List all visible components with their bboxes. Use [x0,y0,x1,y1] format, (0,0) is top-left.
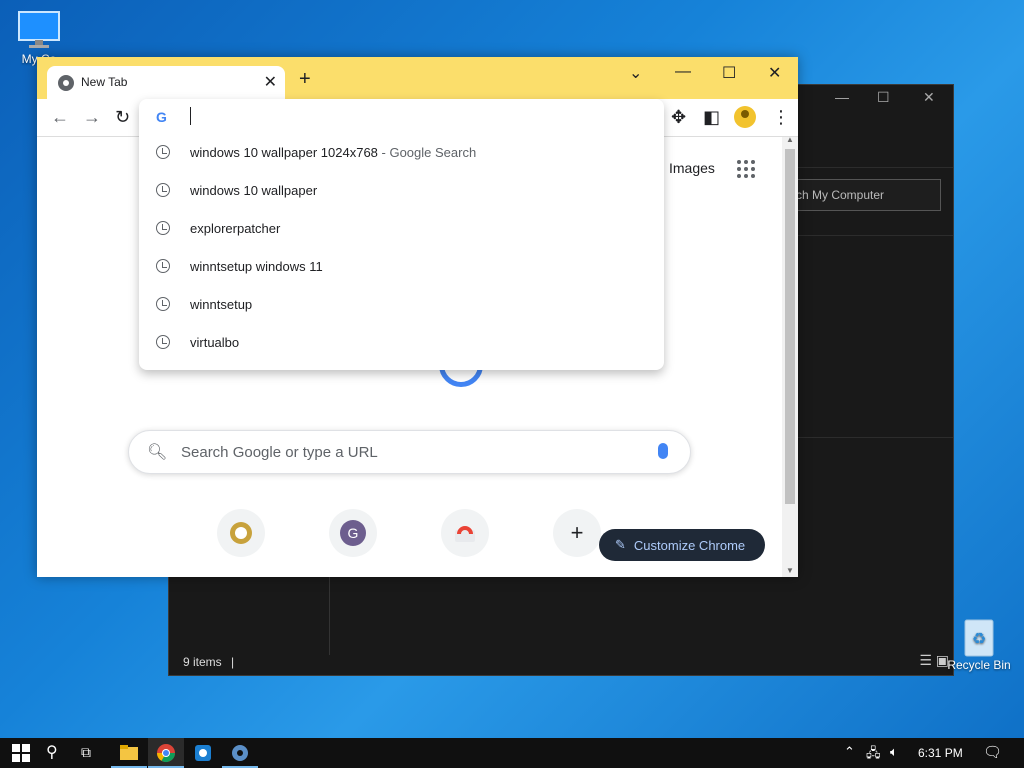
forward-icon[interactable]: → [83,107,101,128]
history-clock-icon [156,145,170,159]
settings-gear-icon[interactable] [230,743,250,763]
apps-grid-icon[interactable] [737,160,755,178]
scroll-up-icon[interactable]: ▲ [786,135,794,144]
history-clock-icon [156,183,170,197]
network-icon[interactable]: 🖧︎ [866,744,881,766]
omnibox-dropdown: G windows 10 wallpaper 1024x768 - Google… [139,99,664,370]
suggestion-text: explorerpatcher [190,221,281,236]
google-g-icon: G [156,109,167,125]
taskbar: ⚲ ⧉ ⌃ 🖧︎ 🔈︎ 6:31 PM 🗨︎ [0,738,1024,768]
profile-avatar[interactable] [734,106,756,128]
suggestion-item[interactable]: windows 10 wallpaper 1024x768 - Google S… [139,135,664,173]
customize-label: Customize Chrome [633,537,746,553]
monitor-icon [18,11,60,48]
history-clock-icon [156,221,170,235]
taskbar-clock[interactable]: 6:31 PM [918,746,963,760]
svg-text:♻: ♻ [972,629,986,648]
recycle-bin-label: Recycle Bin [947,658,1011,672]
details-view-icon[interactable]: ☰ [919,652,932,668]
recycle-bin-desktop-icon[interactable]: ♻ Recycle Bin [944,614,1014,672]
suggestion-text: windows 10 wallpaper [190,183,318,198]
close-icon[interactable]: ✕ [923,89,935,106]
svg-text:G: G [348,525,359,541]
customize-chrome-button[interactable]: ✎ Customize Chrome [599,529,765,561]
notifications-icon[interactable]: 🗨︎ [983,743,1002,761]
scrollbar[interactable]: ▲ ▼ [782,135,798,577]
scroll-down-icon[interactable]: ▼ [786,566,794,575]
minimize-icon[interactable]: — [835,89,849,105]
explorer-search-input[interactable]: rch My Computer [781,179,941,211]
shortcut-tile[interactable] [217,509,265,557]
new-tab-button[interactable]: + [299,68,311,91]
suggestion-item[interactable]: windows 10 wallpaper [139,173,664,211]
shortcut-tile[interactable] [441,509,489,557]
extensions-icon[interactable]: ✥ [671,107,686,128]
history-clock-icon [156,297,170,311]
pane-divider [329,575,330,655]
ntp-search-input[interactable]: 🔍︎ Search Google or type a URL [128,430,691,474]
explorer-search-placeholder: rch My Computer [792,188,885,202]
maximize-icon[interactable]: ☐ [722,63,736,83]
tab-title: New Tab [81,75,128,89]
show-hidden-icons-chevron-icon[interactable]: ⌃ [844,744,855,760]
suggestion-item[interactable]: explorerpatcher [139,211,664,249]
suggestion-hint: - Google Search [377,145,477,160]
status-bar: 9 items | [183,655,235,669]
history-clock-icon [156,259,170,273]
suggestion-item[interactable]: winntsetup windows 11 [139,249,664,287]
g-letter-icon: G [340,520,366,546]
shortcut-favicon-icon [230,522,252,544]
task-view-icon[interactable]: ⧉ [81,744,91,761]
maximize-icon[interactable]: ☐ [877,89,890,106]
item-count: 9 items [183,655,222,669]
menu-icon[interactable]: ⋮ [772,107,790,128]
web-store-icon [455,526,475,542]
suggestion-text: winntsetup [190,297,253,312]
suggestion-item[interactable]: virtualbo [139,325,664,363]
minimize-icon[interactable]: — [675,63,691,81]
shortcut-tile[interactable]: G [329,509,377,557]
chrome-icon[interactable] [156,743,176,763]
tab-search-icon[interactable]: ⌄ [629,63,642,83]
windows-start-icon[interactable] [11,743,31,763]
plus-icon: + [570,520,584,545]
images-link[interactable]: Images [669,160,715,176]
suggestion-item[interactable]: winntsetup [139,287,664,325]
chrome-favicon-icon [58,75,74,91]
tab-close-icon[interactable]: ✕ [264,72,277,92]
ntp-search-placeholder: Search Google or type a URL [181,444,378,461]
file-explorer-icon[interactable] [119,743,139,763]
title-bar: New Tab ✕ + ⌄ — ☐ ✕ [37,57,798,99]
search-icon: 🔍︎ [147,444,168,461]
reload-icon[interactable]: ↻ [115,107,130,128]
tab-new-tab[interactable]: New Tab ✕ [47,66,285,99]
pencil-icon: ✎ [615,537,626,552]
search-icon[interactable]: ⚲ [46,742,58,762]
close-icon[interactable]: ✕ [768,63,781,83]
recycle-bin-icon: ♻ [964,619,994,657]
suggestion-text: windows 10 wallpaper 1024x768 [190,145,378,160]
microphone-icon[interactable] [658,443,668,459]
side-panel-icon[interactable]: ◧ [703,107,720,128]
suggestion-text: winntsetup windows 11 [190,259,323,274]
add-shortcut-button[interactable]: + [553,509,601,557]
network-app-icon[interactable] [193,743,213,763]
scrollbar-thumb[interactable] [785,149,795,504]
volume-icon[interactable]: 🔈︎ [890,744,898,760]
back-icon[interactable]: ← [51,107,69,128]
history-clock-icon [156,335,170,349]
suggestion-text: virtualbo [190,335,240,350]
omnibox-input[interactable] [190,107,191,125]
